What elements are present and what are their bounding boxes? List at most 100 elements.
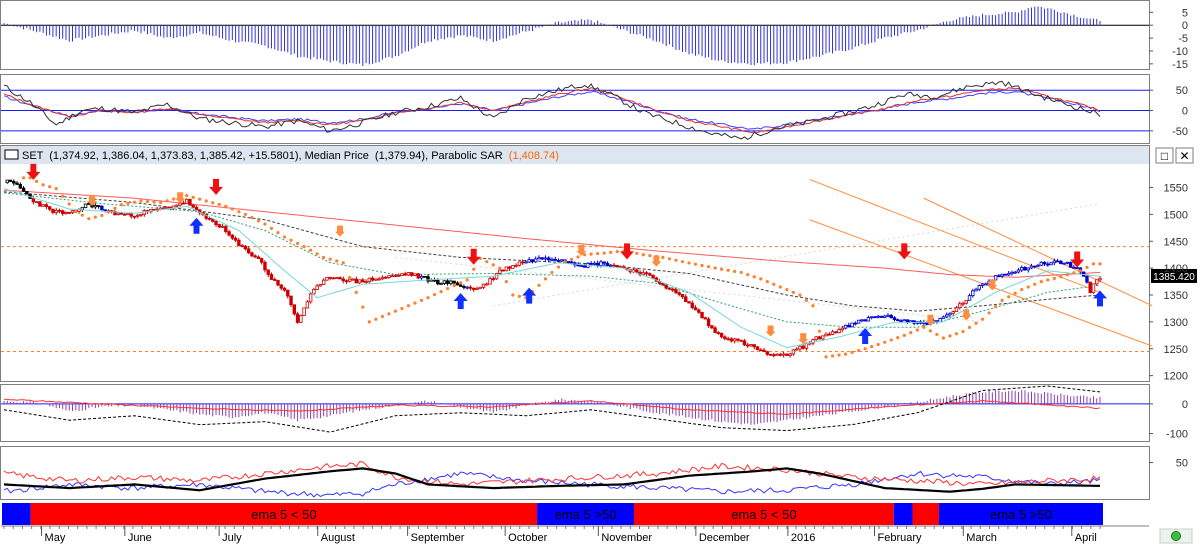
stock-chart: SET (1,374.92, 1,386.04, 1,373.83, 1,385… [0,0,1197,544]
candle-body [374,278,378,281]
candle-body [853,322,858,325]
candle-body [393,274,398,277]
sar-dot [74,210,78,214]
sar-dot [1078,269,1083,273]
price-axis-label: 1250 [1164,344,1188,356]
candle-body [964,299,968,304]
legend-median-label: Median Price [305,150,369,162]
sar-dot [733,269,737,273]
candle-body [547,257,551,261]
candle-body [286,289,290,297]
sar-dot [335,259,339,263]
candle-body [582,265,587,268]
sar-dot [374,317,378,321]
candle-body [876,315,880,318]
candle-body [514,264,518,267]
sar-dot [556,265,561,269]
candle-body [361,279,365,283]
sar-dot [328,257,332,261]
status-ok-icon[interactable] [1171,531,1181,541]
candle-body [432,279,437,282]
macd-axis-label: 5 [1182,7,1188,19]
candle-body [641,272,646,276]
macd-axis-label: -5 [1178,33,1188,45]
candle-body [1013,271,1017,274]
candle-body [44,204,49,208]
sar-dot [674,258,678,262]
adx-pane[interactable] [0,446,1150,500]
sar-dot [315,252,319,256]
price-axis-label: 1350 [1164,290,1188,302]
candle-body [866,317,871,322]
sar-dot [667,257,672,261]
candle-body [282,287,287,291]
candle-body [817,336,822,340]
candle-body [909,320,913,323]
candle-body [507,266,512,269]
candle-body [15,182,19,185]
candle-body [902,319,906,322]
candle-body [794,348,799,351]
candle-body [51,208,55,213]
sar-dot [191,195,195,199]
sar-dot [720,267,724,271]
sar-dot [896,336,900,340]
sar-dot [511,293,515,297]
sar-dot [393,309,398,313]
candle-body [775,353,779,356]
candle-body [1088,281,1092,294]
candle-body [971,290,975,297]
candle-body [367,277,372,283]
sar-dot [67,202,71,206]
candle-body [302,307,306,316]
sar-dot [602,251,606,255]
candle-body [967,295,972,301]
rsi-axis-label: -50 [1172,126,1188,138]
candle-body [263,261,267,271]
candle-body [344,280,349,283]
candle-body [442,280,447,284]
candle-body [308,293,313,303]
candle-body [781,353,786,356]
candle-body [879,315,884,318]
month-label: December [699,532,750,544]
candle-body [1006,273,1011,276]
candle-body [537,257,541,260]
candle-body [762,349,766,353]
sar-dot [687,261,691,265]
sar-dot [648,253,652,258]
macd-pane[interactable] [0,0,1150,70]
candle-body [100,205,104,211]
candle-body [416,273,420,279]
sar-dot [857,348,861,353]
candle-body [328,276,332,279]
candle-body [276,280,280,286]
oscillator-pane[interactable] [0,384,1150,442]
candle-body [472,287,476,290]
sar-dot [817,329,822,333]
candle-body [289,295,293,306]
candle-body [1062,262,1066,265]
candle-body [341,278,345,282]
candle-body [449,280,453,284]
candle-body [266,269,270,275]
month-label: October [508,532,547,544]
sar-dot [941,336,946,340]
candle-body [331,277,336,280]
sar-dot [498,266,502,270]
candle-body [1020,267,1024,271]
sar-dot [87,217,91,221]
candle-body [491,278,495,280]
legend-sar-value: (1,408.74) [509,150,559,162]
candle-body [840,327,845,331]
candle-body [214,220,218,226]
candle-body [834,331,838,334]
chart-type-icon[interactable] [4,149,19,160]
sar-dot [1072,271,1076,275]
rsi-plot [1,80,1149,141]
candle-body [250,252,254,257]
sar-dot [948,334,952,338]
candle-body [710,325,714,329]
sar-dot [152,200,156,204]
ema-status-segment [912,503,939,525]
